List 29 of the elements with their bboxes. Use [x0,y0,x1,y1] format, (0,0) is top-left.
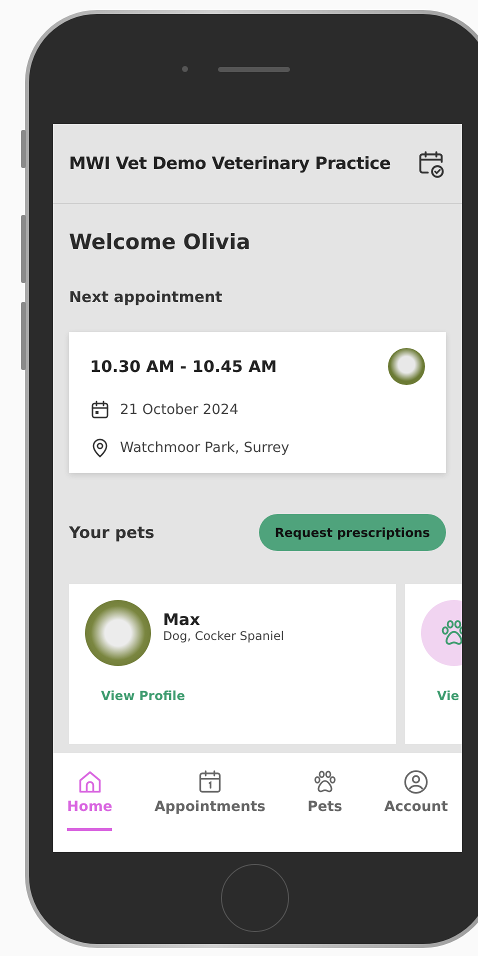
paw-icon [439,618,462,648]
pet-name: Max [163,610,202,628]
appointment-location: Watchmoor Park, Surrey [120,440,290,456]
pet-card[interactable]: Vie [405,584,462,744]
view-profile-link[interactable]: Vie [437,688,460,703]
location-pin-icon [90,438,110,458]
speaker-grille [218,66,290,72]
practice-title: MWI Vet Demo Veterinary Practice [69,154,391,174]
nav-tab[interactable]: Appointments [154,769,266,831]
appointment-card[interactable]: 10.30 AM - 10.45 AM 21 October 2024 Watchmoor Park, Surrey [69,332,446,473]
view-profile-link[interactable]: View Profile [101,688,186,703]
camera-dot [182,66,188,72]
nav-tab[interactable]: Account [384,769,448,831]
paw-icon [312,769,338,795]
request-prescriptions-button[interactable]: Request prescriptions [258,514,446,551]
nav-tab[interactable]: Home [67,769,112,831]
home-icon [76,769,103,795]
appointment-time: 10.30 AM - 10.45 AM [90,357,277,376]
calendar-icon [90,400,110,420]
pet-description: Dog, Cocker Spaniel [163,628,284,642]
nav-tab[interactable]: Pets [307,769,342,831]
appointment-date: 21 October 2024 [120,402,238,418]
section-heading: Next appointment [69,288,224,306]
pet-card[interactable]: Max Dog, Cocker Spaniel View Profile [69,584,396,744]
calendar-icon [196,769,223,795]
section-heading: Your pets [69,523,154,542]
photo-placeholder [388,348,425,385]
welcome-heading: Welcome Olivia [69,230,252,254]
account-icon [403,769,430,795]
